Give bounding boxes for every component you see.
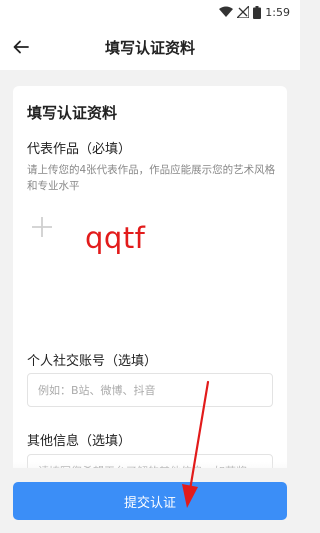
battery-icon: [253, 5, 262, 19]
form-card: 填写认证资料 代表作品（必填） 请上传您的4张代表作品，作品应能展示您的艺术风格…: [13, 86, 287, 486]
plus-icon: [32, 217, 52, 237]
card-title: 填写认证资料: [27, 104, 118, 122]
works-label: 代表作品（必填）: [27, 142, 132, 157]
social-label: 个人社交账号（选填）: [27, 354, 158, 369]
works-hint: 请上传您的4张代表作品，作品应能展示您的艺术风格和专业水平: [27, 164, 276, 192]
status-time: 1:59: [265, 5, 290, 19]
add-photo-button[interactable]: [27, 212, 57, 242]
social-account-field[interactable]: [27, 373, 273, 407]
submit-button[interactable]: 提交认证: [13, 482, 287, 520]
signal-icon: [237, 6, 250, 18]
status-icons: 1:59: [219, 4, 290, 20]
submit-button-label: 提交认证: [123, 495, 176, 511]
app-bar: 填写认证资料: [0, 24, 300, 70]
page-title: 填写认证资料: [104, 39, 195, 57]
wifi-icon: [219, 6, 234, 17]
status-bar: 1:59: [0, 0, 300, 24]
other-info-label: 其他信息（选填）: [27, 434, 132, 449]
watermark-text: qqtf: [85, 221, 146, 255]
social-account-input[interactable]: [28, 374, 272, 406]
